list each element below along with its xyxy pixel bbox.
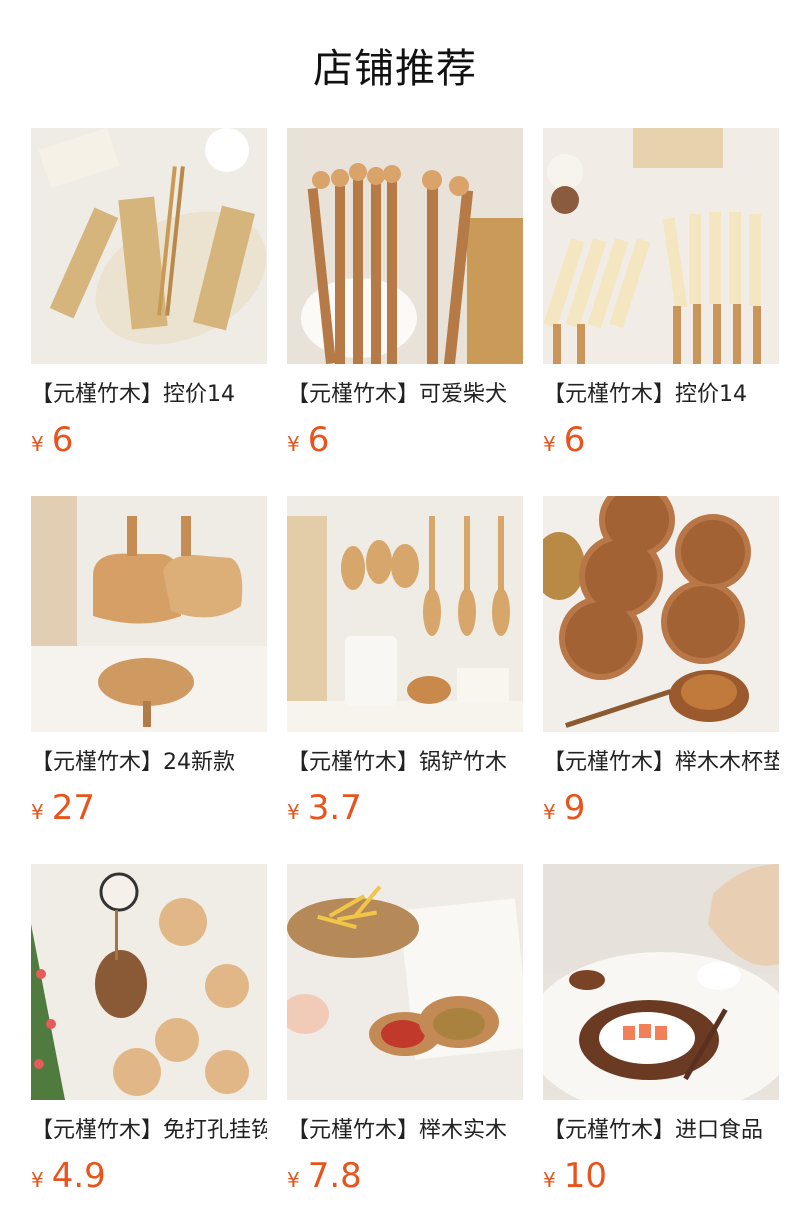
currency-symbol: ¥ <box>287 432 300 456</box>
currency-symbol: ¥ <box>287 800 300 824</box>
product-image[interactable] <box>287 128 523 364</box>
product-image[interactable] <box>31 496 267 732</box>
currency-symbol: ¥ <box>287 1168 300 1192</box>
currency-symbol: ¥ <box>31 800 44 824</box>
product-card[interactable]: 【元槿竹木】免打孔挂钩 ¥4.9 <box>31 864 267 1196</box>
price-value: 6 <box>307 420 330 460</box>
currency-symbol: ¥ <box>31 432 44 456</box>
price-value: 7.8 <box>307 1156 362 1196</box>
product-card[interactable]: 【元槿竹木】榉木木杯垫 ¥9 <box>543 496 779 828</box>
product-price: ¥3.7 <box>287 788 362 828</box>
product-price: ¥4.9 <box>31 1156 106 1196</box>
product-name[interactable]: 【元槿竹木】24新款 <box>31 746 267 780</box>
product-name[interactable]: 【元槿竹木】控价14 <box>31 378 267 412</box>
product-price: ¥6 <box>31 420 73 460</box>
product-image[interactable] <box>31 864 267 1100</box>
product-image[interactable] <box>543 864 779 1100</box>
currency-symbol: ¥ <box>543 432 556 456</box>
product-price: ¥27 <box>31 788 95 828</box>
price-value: 9 <box>563 788 586 828</box>
product-name[interactable]: 【元槿竹木】可爱柴犬 <box>287 378 523 412</box>
product-name[interactable]: 【元槿竹木】锅铲竹木 <box>287 746 523 780</box>
product-name[interactable]: 【元槿竹木】免打孔挂钩 <box>31 1114 267 1148</box>
product-image[interactable] <box>31 128 267 364</box>
price-value: 3.7 <box>307 788 362 828</box>
product-price: ¥6 <box>543 420 585 460</box>
product-card[interactable]: 【元槿竹木】锅铲竹木 ¥3.7 <box>287 496 523 828</box>
product-price: ¥9 <box>543 788 585 828</box>
product-image[interactable] <box>543 128 779 364</box>
price-value: 6 <box>51 420 74 460</box>
currency-symbol: ¥ <box>31 1168 44 1192</box>
product-name[interactable]: 【元槿竹木】进口食品 <box>543 1114 779 1148</box>
product-price: ¥10 <box>543 1156 607 1196</box>
product-image[interactable] <box>287 864 523 1100</box>
price-value: 4.9 <box>51 1156 106 1196</box>
product-image[interactable] <box>287 496 523 732</box>
product-card[interactable]: 【元槿竹木】24新款 ¥27 <box>31 496 267 828</box>
currency-symbol: ¥ <box>543 1168 556 1192</box>
price-value: 10 <box>563 1156 607 1196</box>
product-name[interactable]: 【元槿竹木】榉木实木 <box>287 1114 523 1148</box>
price-value: 27 <box>51 788 95 828</box>
product-card[interactable]: 【元槿竹木】控价14 ¥6 <box>31 128 267 460</box>
product-name[interactable]: 【元槿竹木】榉木木杯垫 <box>543 746 779 780</box>
product-price: ¥6 <box>287 420 329 460</box>
product-card[interactable]: 【元槿竹木】进口食品 ¥10 <box>543 864 779 1196</box>
product-card[interactable]: 【元槿竹木】榉木实木 ¥7.8 <box>287 864 523 1196</box>
product-name[interactable]: 【元槿竹木】控价14 <box>543 378 779 412</box>
product-price: ¥7.8 <box>287 1156 362 1196</box>
price-value: 6 <box>563 420 586 460</box>
product-card[interactable]: 【元槿竹木】可爱柴犬 ¥6 <box>287 128 523 460</box>
section-title: 店铺推荐 <box>313 46 477 92</box>
currency-symbol: ¥ <box>543 800 556 824</box>
product-image[interactable] <box>543 496 779 732</box>
product-card[interactable]: 【元槿竹木】控价14 ¥6 <box>543 128 779 460</box>
